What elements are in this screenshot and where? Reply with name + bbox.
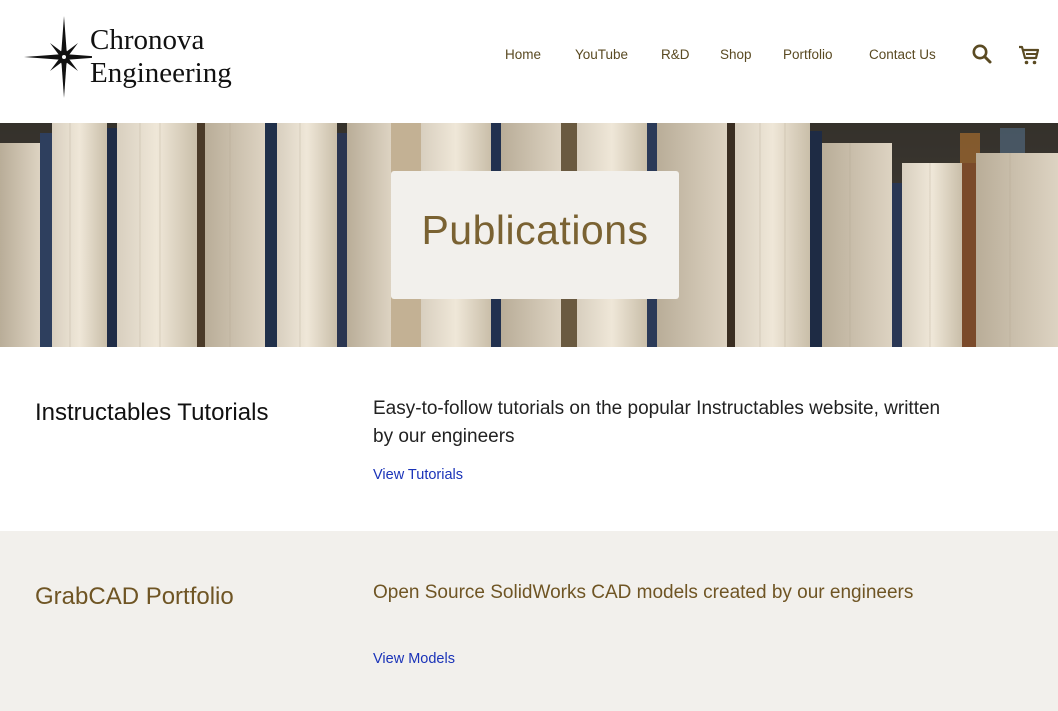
site-header: Chronova Engineering Home YouTube R&D Sh… [0, 0, 1058, 123]
instructables-section: Instructables Tutorials Easy-to-follow t… [0, 347, 1058, 531]
nav-portfolio[interactable]: Portfolio [783, 47, 833, 62]
section-title: GrabCAD Portfolio [35, 583, 234, 610]
page-title: Publications [421, 207, 649, 253]
section-description: Open Source SolidWorks CAD models create… [373, 582, 914, 603]
search-icon[interactable] [971, 43, 995, 67]
hero-banner: Publications [0, 123, 1058, 347]
logo-text-line1: Chronova [90, 24, 205, 56]
grabcad-section: GrabCAD Portfolio Open Source SolidWorks… [0, 531, 1058, 711]
nav-youtube[interactable]: YouTube [575, 47, 628, 62]
nav-contact-us[interactable]: Contact Us [869, 47, 936, 62]
section-title: Instructables Tutorials [35, 399, 269, 426]
hero-title-card: Publications [391, 171, 679, 299]
nav-rnd[interactable]: R&D [661, 47, 690, 62]
view-tutorials-link[interactable]: View Tutorials [373, 467, 463, 483]
nav-home[interactable]: Home [505, 47, 541, 62]
star-logo-icon [24, 16, 92, 98]
nav-shop[interactable]: Shop [720, 47, 752, 62]
cart-icon[interactable] [1017, 43, 1041, 67]
logo[interactable]: Chronova Engineering [22, 16, 262, 100]
view-models-link[interactable]: View Models [373, 651, 455, 667]
section-description: Easy-to-follow tutorials on the popular … [373, 398, 941, 447]
logo-text-line2: Engineering [90, 57, 232, 89]
